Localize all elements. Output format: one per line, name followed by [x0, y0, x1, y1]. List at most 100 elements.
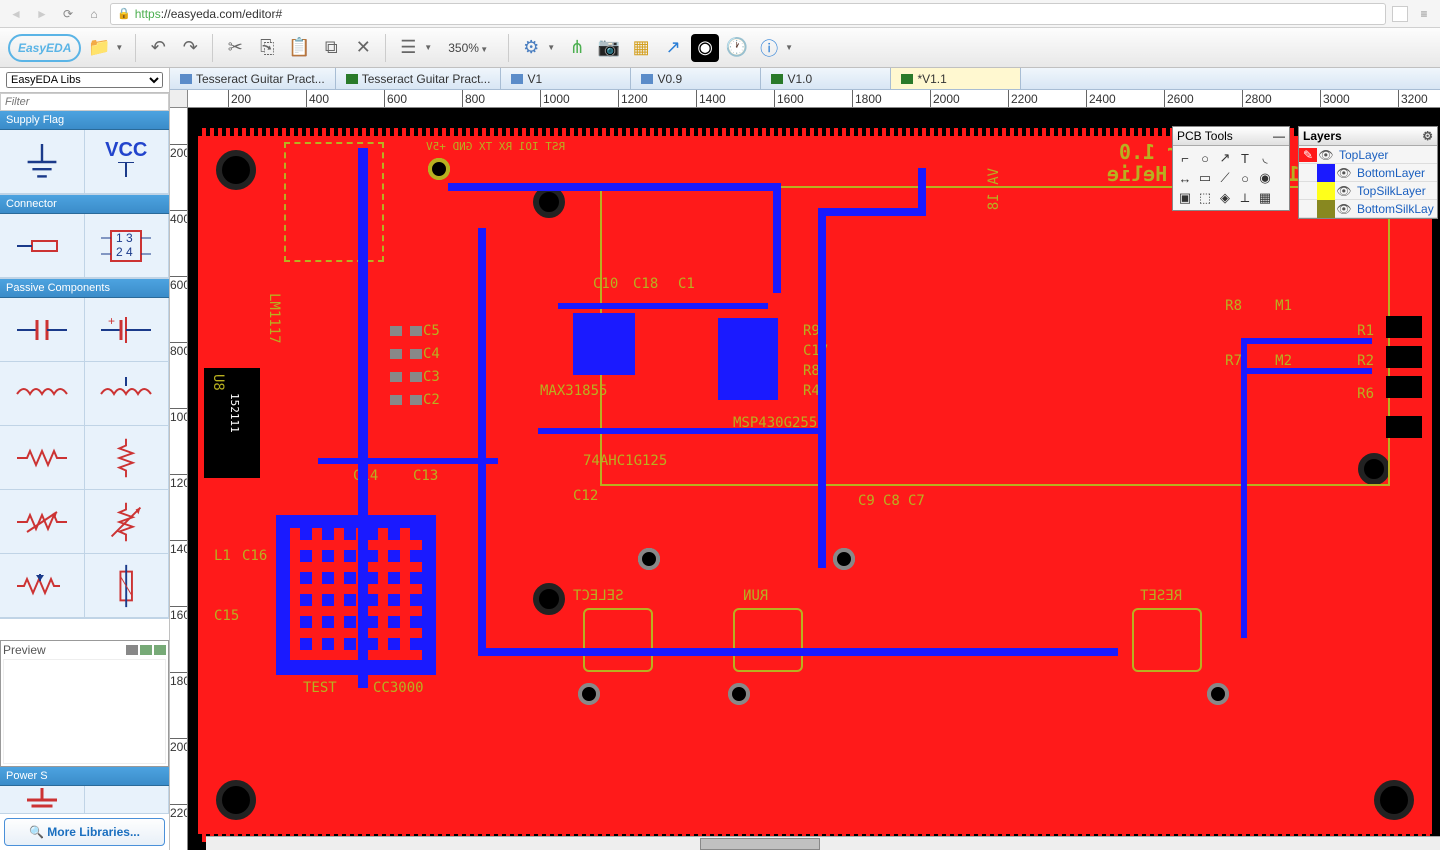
tab[interactable]: V1 [501, 68, 631, 89]
part-conn1[interactable] [0, 214, 85, 278]
tab[interactable]: Tesseract Guitar Pract... [170, 68, 336, 89]
part-varres1[interactable] [0, 490, 85, 554]
layer-name: BottomLayer [1353, 166, 1437, 180]
tab[interactable]: V0.9 [631, 68, 761, 89]
pencil-icon[interactable]: ✎ [1299, 148, 1317, 162]
menu-button[interactable]: ≡ [1414, 4, 1434, 24]
history-button[interactable]: 🕐 [723, 34, 751, 62]
logo[interactable]: EasyEDA [8, 34, 81, 62]
section-supply-flag[interactable]: Supply Flag [0, 111, 169, 130]
sidebar: EasyEDA Libs Supply Flag VCC Connector 1… [0, 68, 170, 850]
gear-icon[interactable]: ⚙ [1422, 129, 1433, 143]
preview-icon-1[interactable] [126, 645, 138, 655]
camera-button[interactable]: 📷 [595, 34, 623, 62]
layer-row[interactable]: ✎👁TopLayer [1299, 146, 1437, 164]
part-inductor2[interactable] [85, 362, 170, 426]
pcb-canvas[interactable]: Reflow Controller 1.0 (c) 2014 A. & M. H… [188, 108, 1440, 850]
3d-button[interactable]: ◉ [691, 34, 719, 62]
rect-tool[interactable]: ▭ [1196, 169, 1214, 187]
part-inductor[interactable] [0, 362, 85, 426]
region-tool[interactable]: ◈ [1216, 189, 1234, 207]
image-tool[interactable]: ▣ [1176, 189, 1194, 207]
part-vcc[interactable]: VCC [85, 130, 170, 194]
more-libraries-button[interactable]: More Libraries... [4, 818, 165, 846]
layer-row[interactable]: 👁TopSilkLayer [1299, 182, 1437, 200]
forward-button[interactable]: ► [32, 4, 52, 24]
silk-lm1117: LM1117 [266, 293, 282, 344]
section-power[interactable]: Power S [0, 767, 169, 786]
section-connector[interactable]: Connector [0, 195, 169, 214]
copy2-button[interactable]: ⧉ [317, 34, 345, 62]
lib-selector[interactable]: EasyEDA Libs [6, 72, 163, 88]
tab[interactable]: *V1.1 [891, 68, 1021, 89]
pcb-tools-panel[interactable]: PCB Tools— ⌐ ○ ↗ T ◟ ↔ ▭ ⟋ ○ ◉ ▣ ⬚ ◈ ⟂ ▦ [1172, 126, 1290, 211]
silk-c2: C2 [423, 392, 440, 408]
preview-icon-3[interactable] [154, 645, 166, 655]
align-button[interactable]: ☰ [394, 34, 422, 62]
layers-panel[interactable]: Layers⚙ ✎👁TopLayer👁BottomLayer👁TopSilkLa… [1298, 126, 1438, 219]
part-cap-pol[interactable]: + [85, 298, 170, 362]
eye-icon[interactable]: 👁 [1335, 166, 1353, 180]
circle-tool[interactable]: ○ [1236, 169, 1254, 187]
delete-button[interactable]: ✕ [349, 34, 377, 62]
bom-button[interactable]: ▦ [627, 34, 655, 62]
open-button[interactable]: 📁 [85, 34, 113, 62]
part-pot[interactable] [0, 554, 85, 618]
silk-r6: R6 [1357, 386, 1374, 402]
group-tool[interactable]: ▦ [1256, 189, 1274, 207]
line-tool[interactable]: ⟋ [1216, 169, 1234, 187]
track-tool[interactable]: ⌐ [1176, 149, 1194, 167]
info-button[interactable]: ⓘ [755, 34, 783, 62]
silk-r8b: R8 [1225, 298, 1242, 314]
layer-name: BottomSilkLay [1353, 202, 1437, 216]
back-button[interactable]: ◄ [6, 4, 26, 24]
silk-run: RUN [743, 588, 768, 604]
tab[interactable]: V1.0 [761, 68, 891, 89]
undo-button[interactable]: ↶ [144, 34, 172, 62]
text-tool[interactable]: T [1236, 149, 1254, 167]
home-button[interactable]: ⌂ [84, 4, 104, 24]
copy-button[interactable]: ⎘ [253, 34, 281, 62]
part-conn2[interactable]: 1 32 4 [85, 214, 170, 278]
part-power[interactable] [0, 786, 85, 814]
dim-tool[interactable]: ↔ [1176, 169, 1194, 187]
tab[interactable]: Tesseract Guitar Pract... [336, 68, 502, 89]
layer-name: TopLayer [1335, 148, 1437, 162]
part-cap[interactable] [0, 298, 85, 362]
part-varres2[interactable] [85, 490, 170, 554]
pad-tool[interactable]: ○ [1196, 149, 1214, 167]
eye-icon[interactable]: 👁 [1335, 184, 1353, 198]
part-fuse[interactable] [85, 554, 170, 618]
share-button[interactable]: ⋔ [563, 34, 591, 62]
measure-tool[interactable]: ⟂ [1236, 189, 1254, 207]
layer-row[interactable]: 👁BottomSilkLay [1299, 200, 1437, 218]
layer-row[interactable]: 👁BottomLayer [1299, 164, 1437, 182]
part-res1[interactable] [0, 426, 85, 490]
redo-button[interactable]: ↷ [176, 34, 204, 62]
export-button[interactable]: ↗ [659, 34, 687, 62]
settings-button[interactable]: ⚙ [517, 34, 545, 62]
part-res2[interactable] [85, 426, 170, 490]
url-bar[interactable]: 🔒 https://easyeda.com/editor# [110, 3, 1386, 25]
preview-icon-2[interactable] [140, 645, 152, 655]
svg-text:1 3: 1 3 [116, 231, 133, 245]
paste-button[interactable]: 📋 [285, 34, 313, 62]
minimize-icon[interactable]: — [1273, 129, 1285, 143]
silk-c16: C16 [242, 548, 267, 564]
cut-button[interactable]: ✂ [221, 34, 249, 62]
reload-button[interactable]: ⟳ [58, 4, 78, 24]
scrollbar-horizontal[interactable] [206, 836, 1440, 850]
part-power2[interactable] [85, 786, 170, 814]
hole-tool[interactable]: ◉ [1256, 169, 1274, 187]
zoom-display[interactable]: 350% ▼ [440, 41, 500, 55]
layer-swatch [1317, 200, 1335, 218]
area-tool[interactable]: ⬚ [1196, 189, 1214, 207]
arc-tool[interactable]: ◟ [1256, 149, 1274, 167]
filter-input[interactable] [0, 93, 169, 111]
part-gnd[interactable] [0, 130, 85, 194]
eye-icon[interactable]: 👁 [1317, 148, 1335, 162]
via-tool[interactable]: ↗ [1216, 149, 1234, 167]
eye-icon[interactable]: 👁 [1335, 202, 1353, 216]
preview-panel: Preview [0, 640, 169, 767]
section-passive[interactable]: Passive Components [0, 279, 169, 298]
